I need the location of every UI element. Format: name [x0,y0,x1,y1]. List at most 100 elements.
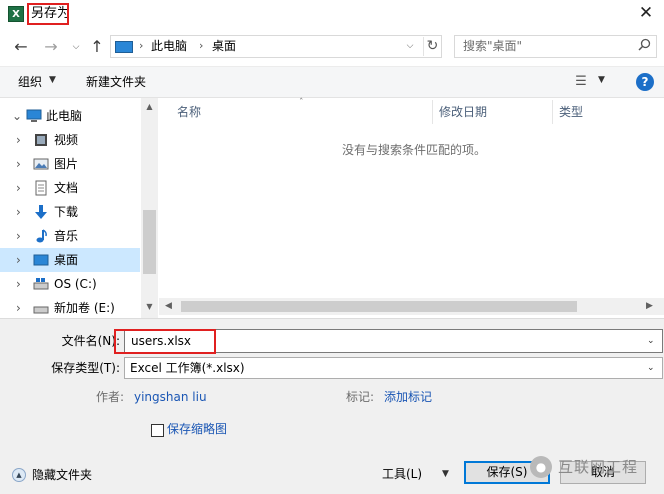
scroll-up-arrow-icon[interactable]: ▲ [141,100,158,114]
scrollbar-thumb[interactable] [143,210,156,274]
chevron-down-icon[interactable]: ▼ [598,75,605,85]
breadcrumb-this-pc[interactable]: 此电脑 [151,39,187,54]
search-placeholder: 搜索"桌面" [463,39,523,53]
breadcrumb-desktop[interactable]: 桌面 [212,39,236,54]
nav-vertical-scrollbar[interactable]: ▲ ▼ [141,98,158,318]
nav-item-label: 桌面 [54,253,79,267]
save-thumbnail-checkbox[interactable] [151,424,164,437]
view-options-icon[interactable]: ☰ [572,74,590,90]
nav-item-label: 下载 [54,205,79,219]
chevron-right-icon[interactable]: › [16,204,21,220]
filetype-select[interactable]: Excel 工作簿(*.xlsx) ⌄ [124,357,663,379]
nav-item-label: OS (C:) [54,277,97,291]
title-bar: X 另存为 ✕ [0,0,664,30]
organize-button[interactable]: 组织 [18,74,42,90]
filename-highlight-box [114,329,216,354]
forward-arrow-icon[interactable]: → [40,38,62,56]
tools-menu-button[interactable]: 工具(L) [382,466,422,482]
nav-item-new-volume-e[interactable]: › 新加卷 (E:) [0,296,140,320]
back-arrow-icon[interactable]: ← [10,38,32,56]
watermark-text: 互联网工程 [558,458,639,476]
computer-icon [26,108,42,124]
save-form: 文件名(N): users.xlsx ⌄ 保存类型(T): Excel 工作簿(… [0,318,664,494]
refresh-icon[interactable]: ↻ [423,37,441,56]
horizontal-scrollbar[interactable]: ◀ ▶ [159,298,664,315]
tags-label: 标记: [346,390,375,404]
scroll-right-arrow-icon[interactable]: ▶ [646,300,653,313]
chevron-up-icon[interactable]: ▲ [12,468,26,482]
nav-item-label: 图片 [54,157,79,171]
nav-item-desktop[interactable]: › 桌面 [0,248,140,272]
filetype-label: 保存类型(T): [51,361,120,375]
computer-icon [115,41,133,53]
drive-icon [33,276,49,292]
filetype-value: Excel 工作簿(*.xlsx) [130,361,245,375]
column-header-name[interactable]: 名称 [177,104,201,122]
chevron-right-icon[interactable]: › [16,132,21,148]
author-value[interactable]: yingshan liu [134,389,207,405]
wechat-icon: ● [530,456,552,478]
column-divider[interactable] [432,100,433,124]
nav-item-os-c[interactable]: › OS (C:) [0,272,140,296]
video-icon [33,132,49,148]
nav-item-label: 此电脑 [46,109,83,123]
breadcrumb-separator-icon[interactable]: › [199,39,203,52]
chevron-right-icon[interactable]: › [16,228,21,244]
help-icon[interactable]: ? [636,73,654,91]
nav-item-label: 视频 [54,133,79,147]
close-button[interactable]: ✕ [628,0,664,28]
nav-item-downloads[interactable]: › 下载 [0,200,140,224]
navigation-pane: ⌄ 此电脑 › 视频 › 图片 › 文档 › 下载 › 音乐 › 桌面 › OS… [0,98,158,318]
chevron-down-icon[interactable]: ▼ [442,467,449,481]
chevron-right-icon[interactable]: › [16,180,21,196]
watermark: ● 互联网工程 [530,455,664,481]
desktop-icon [33,252,49,268]
chevron-right-icon[interactable]: › [16,252,21,268]
filename-label: 文件名(N): [61,334,120,348]
chevron-right-icon[interactable]: › [16,276,21,292]
title-highlight-box [27,3,69,25]
chevron-down-icon[interactable]: ⌄ [647,334,655,348]
nav-item-pictures[interactable]: › 图片 [0,152,140,176]
nav-item-label: 文档 [54,181,79,195]
nav-item-this-pc[interactable]: ⌄ 此电脑 [0,104,140,128]
search-icon[interactable] [635,38,653,56]
pictures-icon [33,156,49,172]
address-bar[interactable]: › 此电脑 › 桌面 ⌵ ↻ [110,35,442,58]
file-list[interactable]: ˆ 名称 修改日期 类型 没有与搜索条件匹配的项。 ◀ ▶ [159,98,664,318]
chevron-down-icon[interactable]: ⌄ [647,361,655,375]
sort-ascending-icon: ˆ [299,98,304,108]
column-header-type[interactable]: 类型 [559,104,583,122]
new-folder-button[interactable]: 新建文件夹 [86,74,146,90]
command-toolbar: 组织 ▼ 新建文件夹 ☰ ▼ ? [0,66,664,98]
expanded-chevron-icon[interactable]: ⌄ [12,108,22,124]
documents-icon [33,180,49,196]
scroll-down-arrow-icon[interactable]: ▼ [141,300,158,314]
download-icon [33,204,49,220]
chevron-right-icon[interactable]: › [16,300,21,316]
up-arrow-icon[interactable]: ↑ [88,37,106,57]
nav-item-video[interactable]: › 视频 [0,128,140,152]
chevron-down-icon[interactable]: ▼ [49,75,56,85]
empty-results-message: 没有与搜索条件匹配的项。 [342,143,487,157]
search-input[interactable]: 搜索"桌面" [454,35,657,58]
nav-item-label: 新加卷 (E:) [54,301,115,315]
recent-locations-chevron-icon[interactable]: ⌵ [70,39,82,55]
nav-item-documents[interactable]: › 文档 [0,176,140,200]
chevron-right-icon[interactable]: › [16,156,21,172]
nav-item-music[interactable]: › 音乐 [0,224,140,248]
save-thumbnail-label[interactable]: 保存缩略图 [167,421,227,437]
excel-app-icon: X [8,6,24,22]
nav-item-label: 音乐 [54,229,79,243]
scroll-left-arrow-icon[interactable]: ◀ [165,300,172,313]
address-dropdown-icon[interactable]: ⌵ [403,38,417,55]
drive-icon [33,300,49,316]
column-divider[interactable] [552,100,553,124]
music-icon [33,228,49,244]
author-label: 作者: [96,390,125,404]
column-header-modified-date[interactable]: 修改日期 [439,104,487,122]
tags-value[interactable]: 添加标记 [384,389,432,405]
hide-folders-label[interactable]: 隐藏文件夹 [32,467,92,483]
scrollbar-thumb[interactable] [181,301,577,312]
breadcrumb-separator-icon[interactable]: › [139,39,143,52]
